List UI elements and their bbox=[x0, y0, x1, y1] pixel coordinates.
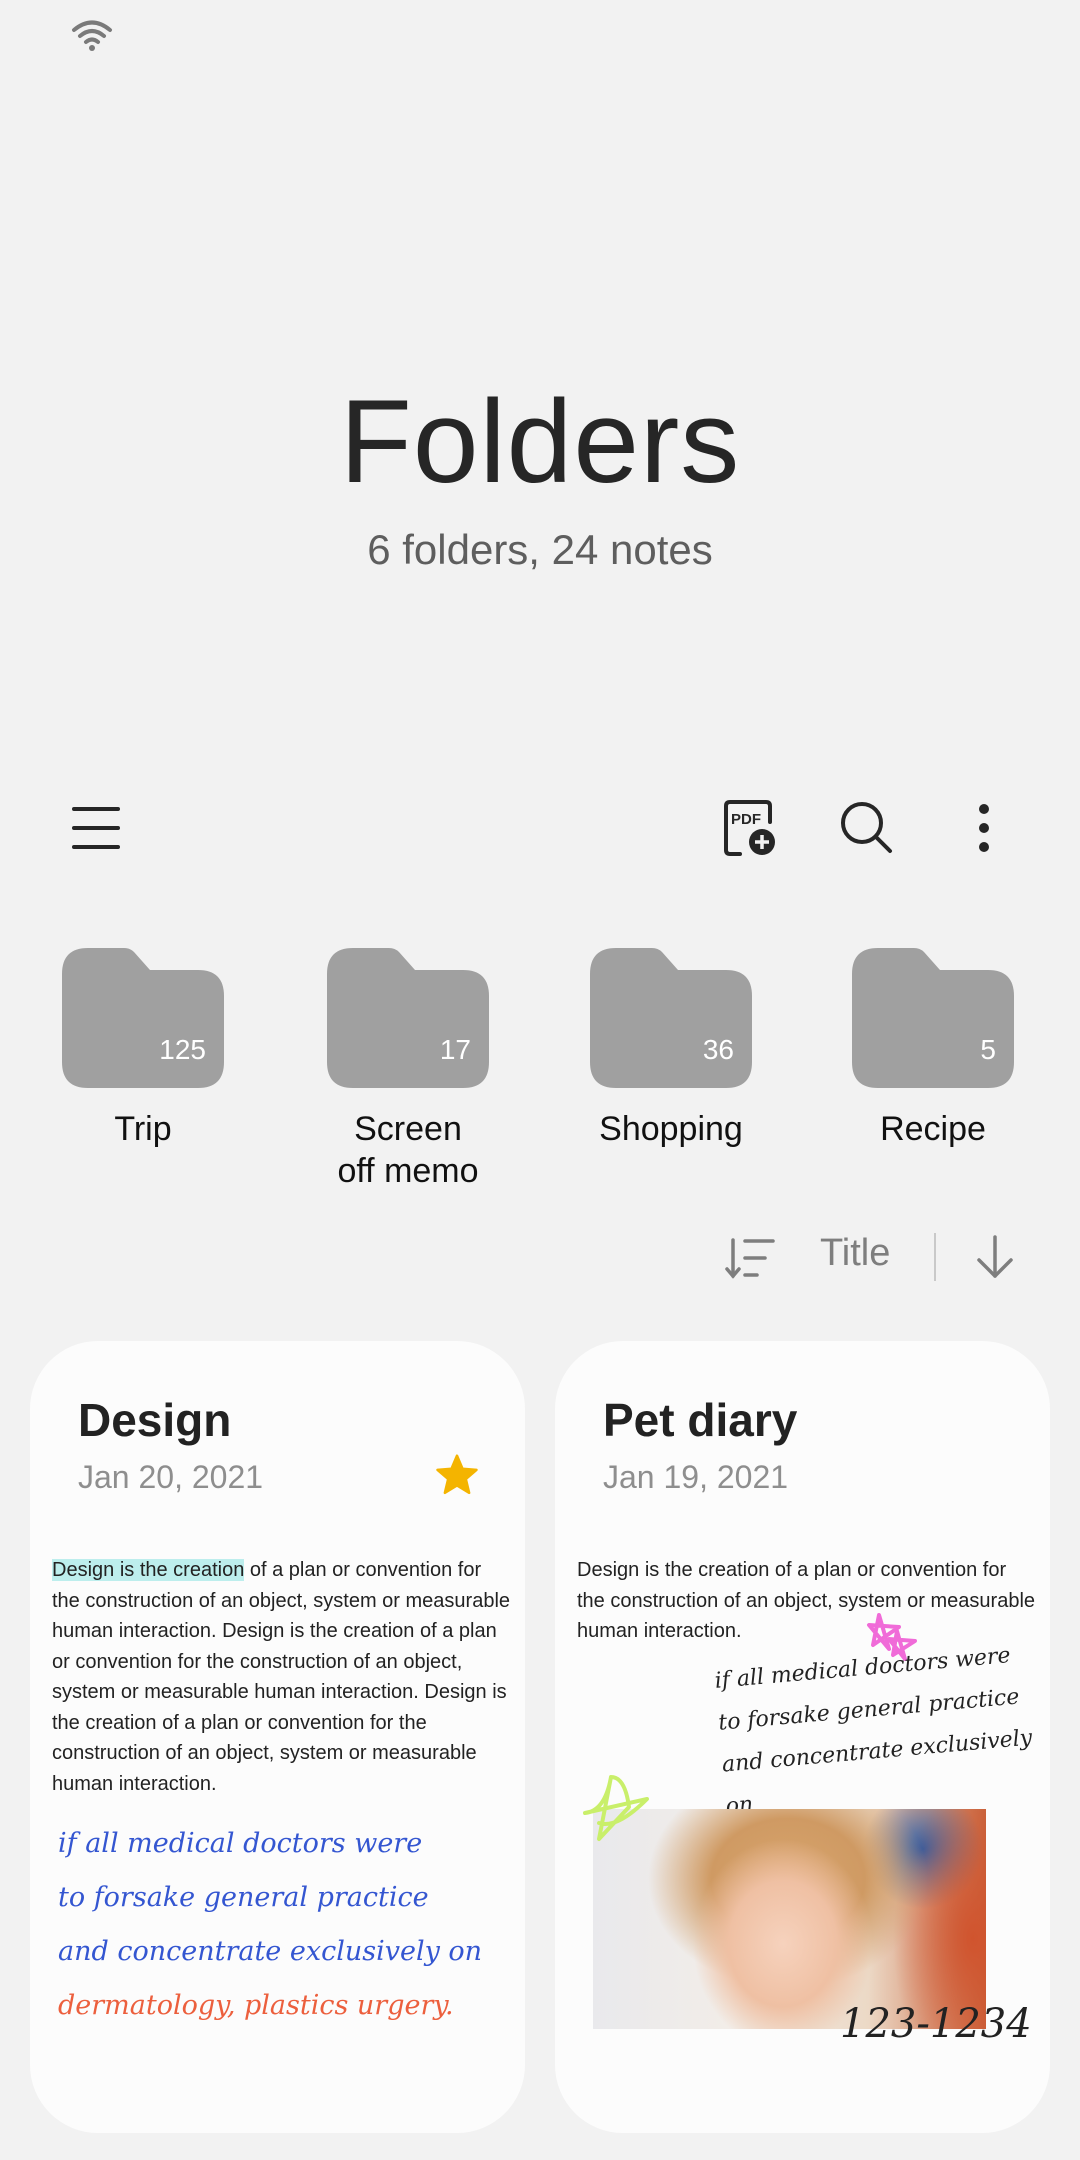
import-pdf-icon: PDF bbox=[724, 800, 775, 856]
sort-divider bbox=[934, 1233, 936, 1281]
wifi-icon bbox=[72, 20, 112, 51]
note-card-pet-diary[interactable]: Pet diary Jan 19, 2021 Design is the cre… bbox=[555, 1341, 1050, 2133]
green-star-doodle-icon bbox=[583, 1775, 649, 1841]
folder-item-trip[interactable]: 125 Trip bbox=[53, 948, 233, 1150]
sort-icon bbox=[725, 1238, 775, 1279]
page-title: Folders bbox=[339, 376, 741, 508]
folder-note-count: 36 bbox=[702, 1034, 734, 1065]
folder-note-count: 125 bbox=[159, 1034, 206, 1065]
handwriting-line: and concentrate exclusively on bbox=[58, 1936, 483, 1967]
folder-note-count: 5 bbox=[980, 1034, 996, 1065]
arrow-down-icon bbox=[977, 1235, 1013, 1278]
note-preview-text: Design is the creation of a plan or conv… bbox=[52, 1559, 511, 1795]
note-preview-text: Design is the creation of a plan or conv… bbox=[577, 1559, 1036, 1642]
more-options-icon bbox=[979, 804, 989, 852]
folder-name: Shopping bbox=[599, 1110, 743, 1148]
handwriting-block: if all medical doctors were to forsake ge… bbox=[58, 1817, 508, 2033]
highlighted-text: Design is the creation bbox=[52, 1559, 245, 1581]
folder-item-recipe[interactable]: 5 Recipe bbox=[843, 948, 1023, 1150]
handwriting-line: if all medical doctors were bbox=[58, 1828, 423, 1859]
handwriting-line: to forsake general practice bbox=[58, 1882, 429, 1913]
handwritten-phone-number: 123-1234 bbox=[840, 2001, 1032, 2047]
search-button[interactable] bbox=[832, 793, 902, 863]
folder-icon: 5 bbox=[852, 948, 1014, 1088]
folder-name: Recipe bbox=[880, 1110, 986, 1148]
note-photo bbox=[593, 1809, 986, 2029]
folder-icon: 17 bbox=[327, 948, 489, 1088]
folder-icon: 125 bbox=[62, 948, 224, 1088]
more-options-button[interactable] bbox=[949, 793, 1019, 863]
search-icon bbox=[841, 802, 892, 853]
folder-list: 125 Trip 17 Screen off memo 36 Shopping … bbox=[0, 948, 1080, 1208]
hamburger-menu-icon bbox=[72, 807, 120, 849]
sort-options-button[interactable] bbox=[715, 1228, 795, 1288]
folder-name: Trip bbox=[114, 1110, 172, 1148]
menu-button[interactable] bbox=[61, 793, 131, 863]
folders-notes-summary: 6 folders, 24 notes bbox=[367, 526, 713, 573]
note-date: Jan 20, 2021 bbox=[78, 1459, 264, 1495]
handwriting-line: dermatology, plastics urgery. bbox=[58, 1990, 454, 2021]
sort-direction-button[interactable] bbox=[960, 1228, 1030, 1288]
svg-text:PDF: PDF bbox=[731, 811, 761, 828]
note-date: Jan 19, 2021 bbox=[603, 1459, 789, 1495]
note-title: Design bbox=[78, 1394, 232, 1446]
folder-name: Screen off memo bbox=[337, 1110, 479, 1190]
folder-note-count: 17 bbox=[439, 1034, 471, 1065]
import-pdf-button[interactable]: PDF bbox=[715, 793, 785, 863]
folder-item-shopping[interactable]: 36 Shopping bbox=[581, 948, 761, 1150]
folder-icon: 36 bbox=[590, 948, 752, 1088]
note-card-design[interactable]: Design Jan 20, 2021 Design is the creati… bbox=[30, 1341, 525, 2133]
handwriting-block: if all medical doctors were to forsake ge… bbox=[713, 1631, 1050, 1828]
note-title: Pet diary bbox=[603, 1394, 798, 1446]
favorite-star-icon[interactable] bbox=[435, 1453, 479, 1497]
sort-field[interactable]: Title bbox=[820, 1232, 890, 1275]
folder-item-screen-off-memo[interactable]: 17 Screen off memo bbox=[318, 948, 498, 1192]
